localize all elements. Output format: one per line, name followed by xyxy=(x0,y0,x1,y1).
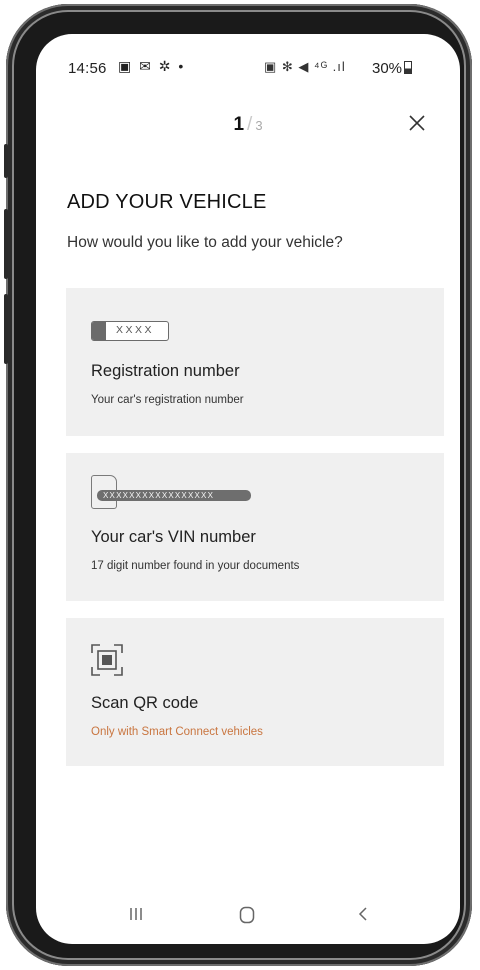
status-bar: 14:56 ▣ ✉ ✲ • ▣ ✻ ◀ ⁴ᴳ .ıl 30% xyxy=(36,34,460,77)
page-title: ADD YOUR VEHICLE xyxy=(67,191,267,213)
back-icon xyxy=(358,907,367,921)
close-icon xyxy=(409,115,425,131)
recents-button[interactable] xyxy=(128,906,144,927)
option-title: Your car's VIN number xyxy=(91,528,256,546)
option-title: Scan QR code xyxy=(91,694,199,712)
option-title: Registration number xyxy=(91,362,240,380)
scan-qr-option[interactable]: Scan QR code Only with Smart Connect veh… xyxy=(66,618,444,766)
option-description: Your car's registration number xyxy=(91,394,244,406)
step-separator: / xyxy=(247,114,253,135)
volume-button xyxy=(4,209,8,279)
status-time: 14:56 xyxy=(68,60,107,77)
page-subtitle: How would you like to add your vehicle? xyxy=(67,234,343,251)
option-description: Only with Smart Connect vehicles xyxy=(91,726,263,738)
system-nav-bar xyxy=(36,904,460,944)
license-plate-icon: XXXX xyxy=(91,321,169,341)
screen: 14:56 ▣ ✉ ✲ • ▣ ✻ ◀ ⁴ᴳ .ıl 30% 1/3 ADD Y… xyxy=(36,34,460,944)
step-total: 3 xyxy=(255,118,263,133)
system-icons: ▣ ✻ ◀ ⁴ᴳ .ıl xyxy=(264,59,346,74)
registration-number-option[interactable]: XXXX Registration number Your car's regi… xyxy=(66,288,444,436)
step-indicator: 1/3 xyxy=(36,114,460,136)
home-icon xyxy=(239,906,255,924)
notification-icons: ▣ ✉ ✲ • xyxy=(118,58,186,74)
step-current: 1 xyxy=(233,114,245,135)
option-description: 17 digit number found in your documents xyxy=(91,560,300,572)
close-button[interactable] xyxy=(408,110,426,136)
plate-placeholder-text: XXXX xyxy=(116,324,155,336)
side-button xyxy=(4,144,8,178)
volume-button xyxy=(4,294,8,364)
vin-placeholder: XXXXXXXXXXXXXXXXX xyxy=(97,490,251,501)
back-button[interactable] xyxy=(356,906,372,927)
phone-frame: 14:56 ▣ ✉ ✲ • ▣ ✻ ◀ ⁴ᴳ .ıl 30% 1/3 ADD Y… xyxy=(4,4,472,966)
recents-icon xyxy=(130,908,142,920)
home-button[interactable] xyxy=(238,906,256,929)
qr-scan-icon xyxy=(91,644,123,676)
vin-number-option[interactable]: XXXXXXXXXXXXXXXXX Your car's VIN number … xyxy=(66,453,444,601)
battery-percent: 30% xyxy=(372,60,403,77)
battery-icon xyxy=(404,61,413,74)
battery-level: 30% xyxy=(372,60,413,77)
